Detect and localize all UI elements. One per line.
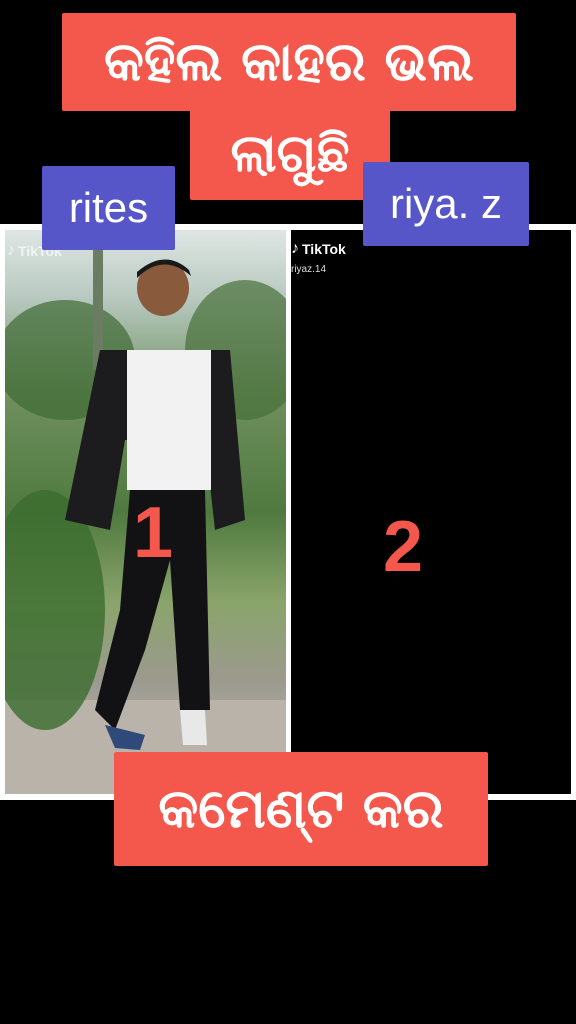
tiktok-watermark-right: ♪ TikTok: [291, 240, 346, 258]
option-number-1: 1: [133, 493, 174, 573]
right-video-panel[interactable]: ♪ TikTok riyaz.14 2: [291, 230, 571, 794]
title-banner-line1: କହିଲ କାହର ଭଲ: [62, 13, 516, 111]
tiktok-note-icon: ♪: [291, 240, 299, 257]
option-number-2: 2: [383, 507, 424, 587]
name-tag-right: riya. z: [363, 162, 529, 246]
left-video-panel[interactable]: ♪ TikTok 1: [5, 230, 286, 794]
name-tag-left: rites: [42, 166, 175, 250]
tiktok-note-icon: ♪: [7, 242, 15, 259]
tiktok-handle: riyaz.14: [291, 264, 327, 275]
tiktok-label: TikTok: [302, 241, 346, 257]
comment-banner: କମେଣ୍ଟ କର: [114, 752, 488, 866]
title-banner-line2: ଲାଗୁଛି: [190, 108, 390, 200]
